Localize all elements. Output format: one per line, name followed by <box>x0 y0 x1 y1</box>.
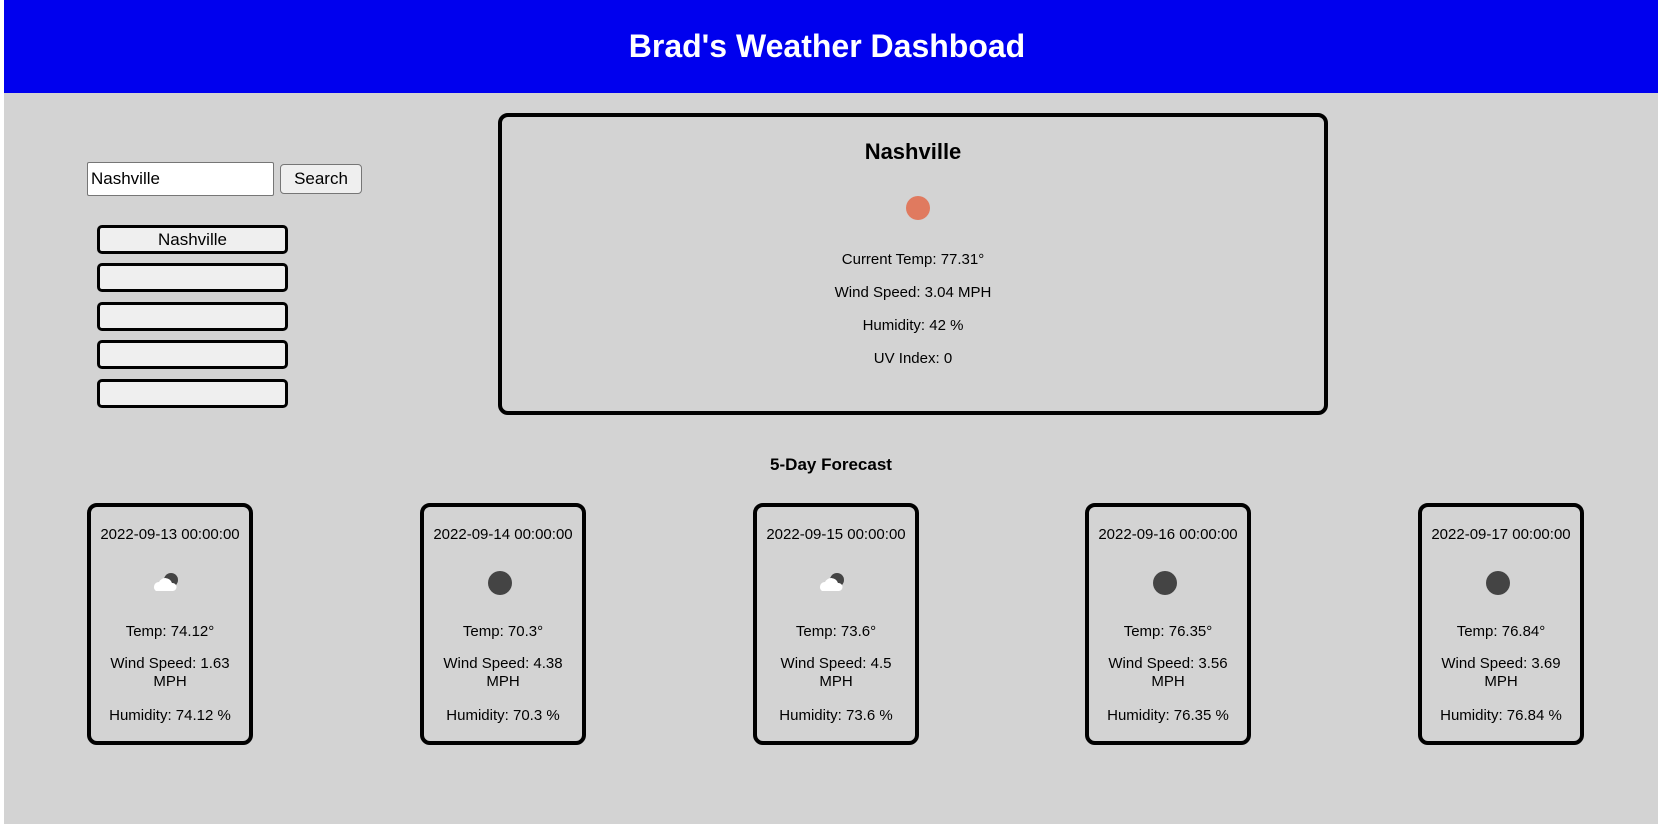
page-background: Brad's Weather Dashboad Search Nashville… <box>4 0 1658 824</box>
page-title: Brad's Weather Dashboad <box>628 28 1026 64</box>
forecast-humidity: Humidity: 74.12 % <box>109 707 231 724</box>
forecast-temp: Temp: 76.84° <box>1456 623 1546 640</box>
forecast-date: 2022-09-16 00:00:00 <box>1098 526 1238 543</box>
forecast-title: 5-Day Forecast <box>770 455 892 474</box>
search-input[interactable] <box>87 162 274 196</box>
sun-icon <box>906 196 930 220</box>
forecast-temp: Temp: 76.35° <box>1123 623 1213 640</box>
forecast-card: 2022-09-14 00:00:00 Temp: 70.3° Wind Spe… <box>420 503 586 745</box>
forecast-wind-speed: Wind Speed: 3.69 MPH <box>1441 655 1561 690</box>
forecast-card: 2022-09-15 00:00:00 Temp: 73.6° Wind Spe… <box>753 503 919 745</box>
search-button[interactable]: Search <box>280 164 362 194</box>
moon-icon <box>1486 571 1510 595</box>
partly-cloudy-night-icon <box>820 573 844 591</box>
moon-icon <box>1153 571 1177 595</box>
forecast-card: 2022-09-13 00:00:00 Temp: 74.12° Wind Sp… <box>87 503 253 745</box>
history-button-3[interactable] <box>97 302 288 331</box>
current-temp: Current Temp: 77.31° <box>841 251 985 268</box>
forecast-date: 2022-09-15 00:00:00 <box>766 526 906 543</box>
forecast-humidity: Humidity: 70.3 % <box>446 707 560 724</box>
current-wind-speed: Wind Speed: 3.04 MPH <box>834 284 992 301</box>
forecast-temp: Temp: 70.3° <box>462 623 544 640</box>
forecast-date: 2022-09-14 00:00:00 <box>433 526 573 543</box>
history-button-1[interactable]: Nashville <box>97 225 288 254</box>
forecast-wind-speed: Wind Speed: 4.5 MPH <box>780 655 892 690</box>
moon-icon <box>488 571 512 595</box>
partly-cloudy-night-icon <box>154 573 178 591</box>
forecast-humidity: Humidity: 76.84 % <box>1440 707 1562 724</box>
history-button-2[interactable] <box>97 263 288 292</box>
current-uv-index: UV Index: 0 <box>873 350 953 367</box>
header-bar: Brad's Weather Dashboad <box>4 0 1658 93</box>
forecast-card: 2022-09-17 00:00:00 Temp: 76.84° Wind Sp… <box>1418 503 1584 745</box>
current-humidity: Humidity: 42 % <box>862 317 964 334</box>
forecast-humidity: Humidity: 73.6 % <box>779 707 893 724</box>
history-button-5[interactable] <box>97 379 288 408</box>
forecast-wind-speed: Wind Speed: 4.38 MPH <box>443 655 563 690</box>
current-city: Nashville <box>864 139 962 164</box>
forecast-wind-speed: Wind Speed: 1.63 MPH <box>110 655 230 690</box>
forecast-wind-speed: Wind Speed: 3.56 MPH <box>1108 655 1228 690</box>
forecast-date: 2022-09-13 00:00:00 <box>100 526 240 543</box>
forecast-temp: Temp: 73.6° <box>795 623 877 640</box>
forecast-card: 2022-09-16 00:00:00 Temp: 76.35° Wind Sp… <box>1085 503 1251 745</box>
forecast-temp: Temp: 74.12° <box>125 623 215 640</box>
history-button-4[interactable] <box>97 340 288 369</box>
forecast-date: 2022-09-17 00:00:00 <box>1431 526 1571 543</box>
current-weather-card: Nashville Current Temp: 77.31° Wind Spee… <box>498 113 1328 415</box>
forecast-humidity: Humidity: 76.35 % <box>1107 707 1229 724</box>
